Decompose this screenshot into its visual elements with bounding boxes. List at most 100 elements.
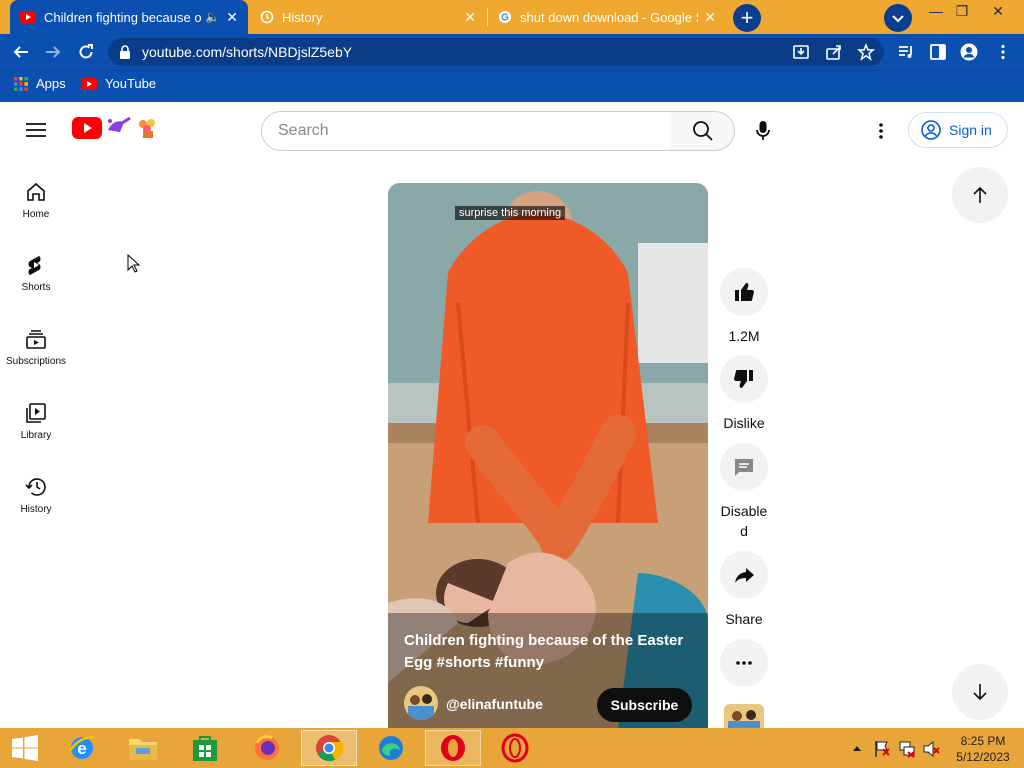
new-tab-button[interactable]: + <box>733 4 761 32</box>
speaker-icon[interactable]: 🔈 <box>205 10 220 24</box>
comments-label: Disable d <box>720 503 768 539</box>
tab-history[interactable]: History ✕ <box>250 0 486 34</box>
dislike-label: Dislike <box>723 415 765 431</box>
action-center-flag-icon[interactable] <box>874 740 890 758</box>
chrome-icon <box>316 735 344 762</box>
close-tab-icon[interactable]: ✕ <box>226 9 238 26</box>
youtube-logo[interactable] <box>72 116 160 140</box>
chrome-menu-icon[interactable] <box>994 43 1012 61</box>
show-hidden-icons-icon[interactable] <box>852 744 862 752</box>
back-icon[interactable] <box>12 43 30 61</box>
share-label: Share <box>725 611 763 627</box>
url-text[interactable]: youtube.com/shorts/NBDjslZ5ebY <box>142 44 352 60</box>
sidebar-item-home[interactable]: Home <box>0 181 72 220</box>
more-options-button[interactable] <box>720 639 768 687</box>
mouse-cursor-icon <box>127 254 141 273</box>
search-input[interactable]: Search <box>261 111 672 151</box>
side-panel-icon[interactable] <box>929 43 947 61</box>
lock-icon[interactable] <box>119 45 131 59</box>
comments-button[interactable] <box>720 443 768 491</box>
clock-date: 5/12/2023 <box>956 750 1010 764</box>
firefox-icon <box>255 735 279 760</box>
chevron-down-icon <box>892 15 904 23</box>
close-window-button[interactable]: ✕ <box>982 0 1014 24</box>
comment-icon <box>735 459 753 476</box>
reload-icon[interactable] <box>77 43 95 61</box>
tab-title: shut down download - Google S <box>520 9 699 25</box>
account-icon <box>921 120 941 140</box>
start-button[interactable] <box>0 730 50 766</box>
clock-time: 8:25 PM <box>960 734 1006 748</box>
restore-button[interactable]: ❐ <box>946 0 978 24</box>
profile-icon[interactable] <box>960 43 978 61</box>
history-favicon-icon <box>260 10 274 24</box>
thumbs-up-icon <box>735 283 754 301</box>
dislike-action: Dislike <box>720 355 768 433</box>
sidebar-item-subscriptions[interactable]: Subscriptions <box>0 328 72 367</box>
sound-thumbnail[interactable] <box>724 704 764 728</box>
settings-more-icon[interactable] <box>876 122 886 140</box>
sidebar-item-label: Subscriptions <box>5 356 67 367</box>
sidebar-item-label: Library <box>20 430 52 441</box>
taskbar-chrome-active[interactable] <box>301 730 357 766</box>
share-button[interactable] <box>720 551 768 599</box>
bookmark-star-icon[interactable] <box>857 43 875 61</box>
like-button[interactable] <box>720 268 768 316</box>
close-tab-icon[interactable]: ✕ <box>704 9 716 26</box>
comments-action: Disable d <box>716 443 772 541</box>
network-icon[interactable] <box>898 740 916 758</box>
google-favicon-icon: G <box>499 11 511 24</box>
home-icon <box>27 182 45 201</box>
arrow-up-icon <box>973 186 987 203</box>
subscriptions-icon <box>26 330 46 349</box>
taskbar-edge[interactable] <box>366 730 416 766</box>
sidebar-item-shorts[interactable]: Shorts <box>0 254 72 293</box>
caption-overlay: surprise this morning <box>455 206 566 220</box>
sidebar-item-library[interactable]: Library <box>0 402 72 441</box>
search-button[interactable] <box>671 111 735 151</box>
taskbar-store[interactable] <box>180 730 230 766</box>
install-icon[interactable] <box>792 43 810 61</box>
channel-avatar[interactable] <box>404 686 438 720</box>
bookmark-apps[interactable]: Apps <box>14 76 66 91</box>
share-action: Share <box>720 551 768 629</box>
apps-grid-icon <box>14 76 28 91</box>
store-icon <box>193 736 217 761</box>
bookmark-youtube[interactable]: YouTube <box>81 76 156 91</box>
bookmark-label: Apps <box>36 76 66 91</box>
taskbar-opera[interactable] <box>425 730 481 766</box>
forward-icon[interactable] <box>44 43 62 61</box>
system-clock[interactable]: 8:25 PM 5/12/2023 <box>948 733 1018 765</box>
tab-title: Children fighting because of <box>44 9 202 25</box>
microphone-icon[interactable] <box>755 120 771 142</box>
taskbar-file-explorer[interactable] <box>118 730 168 766</box>
sidebar-item-history[interactable]: History <box>0 476 72 515</box>
close-tab-icon[interactable]: ✕ <box>464 9 476 26</box>
taskbar-internet-explorer[interactable]: e <box>57 730 107 766</box>
taskbar-opera-gx[interactable] <box>490 730 540 766</box>
share-arrow-icon <box>735 568 754 583</box>
youtube-favicon-icon <box>20 11 36 23</box>
youtube-favicon-icon <box>81 77 97 90</box>
hamburger-menu-icon[interactable] <box>26 122 46 138</box>
subscribe-button[interactable]: Subscribe <box>597 688 692 722</box>
next-short-button[interactable] <box>952 664 1008 720</box>
tab-google[interactable]: G shut down download - Google S ✕ <box>488 0 726 34</box>
youtube-logo-icon <box>72 117 102 139</box>
tab-search-button[interactable] <box>884 4 912 32</box>
like-count: 1.2M <box>728 328 760 344</box>
dislike-button[interactable] <box>720 355 768 403</box>
sign-in-button[interactable]: Sign in <box>908 112 1008 148</box>
media-controls-icon[interactable] <box>897 43 915 61</box>
short-title: Children fighting because of the Easter … <box>404 632 684 671</box>
sidebar-item-label: Home <box>22 209 50 220</box>
previous-short-button[interactable] <box>952 167 1008 223</box>
windows-logo-icon <box>12 735 38 761</box>
history-icon <box>25 478 46 496</box>
share-page-icon[interactable] <box>825 43 843 61</box>
channel-name[interactable]: @elinafuntube <box>446 696 543 712</box>
taskbar-firefox[interactable] <box>242 730 292 766</box>
svg-text:G: G <box>501 13 509 24</box>
tab-youtube[interactable]: Children fighting because of 🔈 ✕ <box>10 0 248 34</box>
volume-muted-icon[interactable] <box>922 740 940 758</box>
